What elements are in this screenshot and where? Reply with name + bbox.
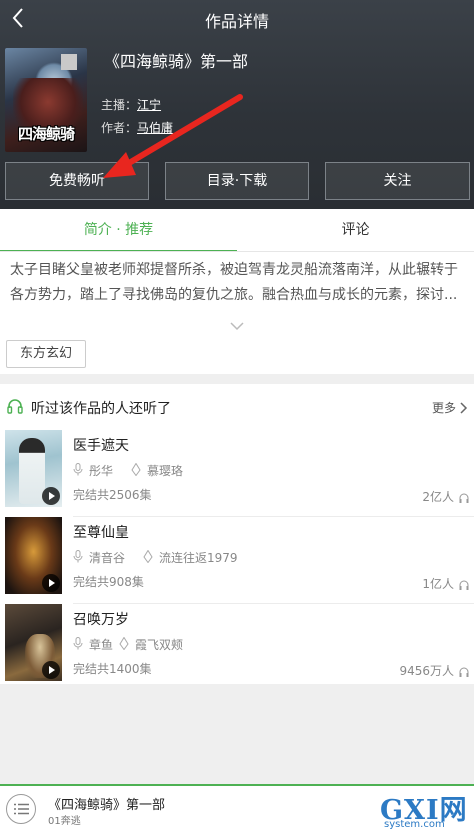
book-title: 《四海鲸骑》第一部 — [104, 52, 249, 71]
item-plays: 2亿人 — [422, 490, 454, 504]
book-cover[interactable]: 四海鲸骑 — [5, 48, 87, 152]
follow-button[interactable]: 关注 — [325, 162, 470, 200]
item-narrator-name: 彤华 — [89, 464, 114, 478]
item-plays: 9456万人 — [399, 664, 454, 678]
item-author-name: 流连往返1979 — [159, 551, 238, 565]
catalog-download-button[interactable]: 目录·下载 — [165, 162, 309, 200]
item-title: 至尊仙皇 — [73, 525, 129, 541]
chevron-right-icon[interactable] — [459, 400, 468, 414]
item-title: 医手遮天 — [73, 438, 129, 454]
item-episodes: 完结共908集 — [73, 575, 144, 589]
chevron-down-icon[interactable] — [229, 316, 245, 331]
book-header: 作品详情 四海鲸骑 《四海鲸骑》第一部 主播：江宁 作者：马伯庸 免费畅听 目录… — [0, 0, 474, 209]
page-title: 作品详情 — [204, 12, 269, 31]
player-episode: 01奔逃 — [48, 816, 81, 827]
play-icon[interactable] — [42, 574, 60, 592]
author-label: 作者： — [101, 121, 138, 135]
item-plays: 1亿人 — [422, 577, 454, 591]
headphones-icon — [458, 489, 470, 503]
action-buttons: 免费畅听 目录·下载 关注 — [5, 162, 470, 200]
intro-text: 太子目睹父皇被老师郑提督所杀，被迫驾青龙灵船流落南洋，从此辗转于各方势力，踏上了… — [10, 262, 458, 303]
play-icon[interactable] — [42, 661, 60, 679]
microphone-icon — [73, 463, 83, 476]
pen-icon — [131, 463, 141, 476]
list-item[interactable]: 医手遮天 彤华 慕璎珞 完结共2506集 2亿人 — [0, 430, 474, 517]
section-separator — [0, 374, 474, 384]
item-author-name: 慕璎珞 — [147, 464, 184, 478]
tab-comments[interactable]: 评论 — [237, 209, 474, 252]
headphones-icon — [458, 576, 470, 590]
narrator-row: 主播：江宁 — [101, 96, 161, 113]
item-author-name: 霞飞双颊 — [135, 638, 184, 652]
item-episodes: 完结共1400集 — [73, 662, 152, 676]
headphones-icon — [6, 397, 24, 415]
recommend-section: 听过该作品的人还听了 更多 医手遮天 彤华 慕璎珞 完结共2506集 2亿人 至… — [0, 384, 474, 684]
cover-title: 四海鲸骑 — [17, 125, 75, 143]
tab-intro[interactable]: 简介 · 推荐 — [0, 209, 237, 252]
watermark-site: system.com — [384, 819, 445, 830]
microphone-icon — [73, 637, 83, 650]
player-title: 《四海鲸骑》第一部 — [48, 798, 166, 813]
genre-tag[interactable]: 东方玄幻 — [6, 340, 87, 368]
tab-bar: 简介 · 推荐 评论 — [0, 209, 474, 252]
list-item[interactable]: 至尊仙皇 清音谷 流连往返1979 完结共908集 1亿人 — [0, 517, 474, 604]
microphone-icon — [73, 550, 83, 563]
top-bar: 作品详情 — [0, 0, 474, 36]
author-row: 作者：马伯庸 — [101, 119, 173, 136]
item-title: 召唤万岁 — [73, 612, 129, 628]
play-icon[interactable] — [42, 487, 60, 505]
more-link[interactable]: 更多 — [432, 399, 456, 416]
recommend-header: 听过该作品的人还听了 更多 — [0, 384, 474, 430]
pen-icon — [143, 550, 153, 563]
pen-icon — [119, 637, 129, 650]
watermark-logo: GXI网 system.com — [378, 788, 474, 831]
playlist-icon[interactable] — [6, 794, 36, 824]
item-narrator-name: 章鱼 — [89, 638, 114, 652]
narrator-label: 主播： — [101, 98, 138, 112]
recommend-title: 听过该作品的人还听了 — [31, 401, 171, 417]
narrator-link[interactable]: 江宁 — [137, 98, 161, 112]
free-listen-button[interactable]: 免费畅听 — [5, 162, 149, 200]
cover-seal — [61, 54, 77, 70]
item-episodes: 完结共2506集 — [73, 488, 152, 502]
item-narrator-name: 清音谷 — [89, 551, 126, 565]
list-item[interactable]: 召唤万岁 章鱼 霞飞双颊 完结共1400集 9456万人 — [0, 604, 474, 691]
author-link[interactable]: 马伯庸 — [137, 121, 173, 135]
headphones-icon — [458, 663, 470, 677]
intro-section: 太子目睹父皇被老师郑提督所杀，被迫驾青龙灵船流落南洋，从此辗转于各方势力，踏上了… — [0, 252, 474, 374]
